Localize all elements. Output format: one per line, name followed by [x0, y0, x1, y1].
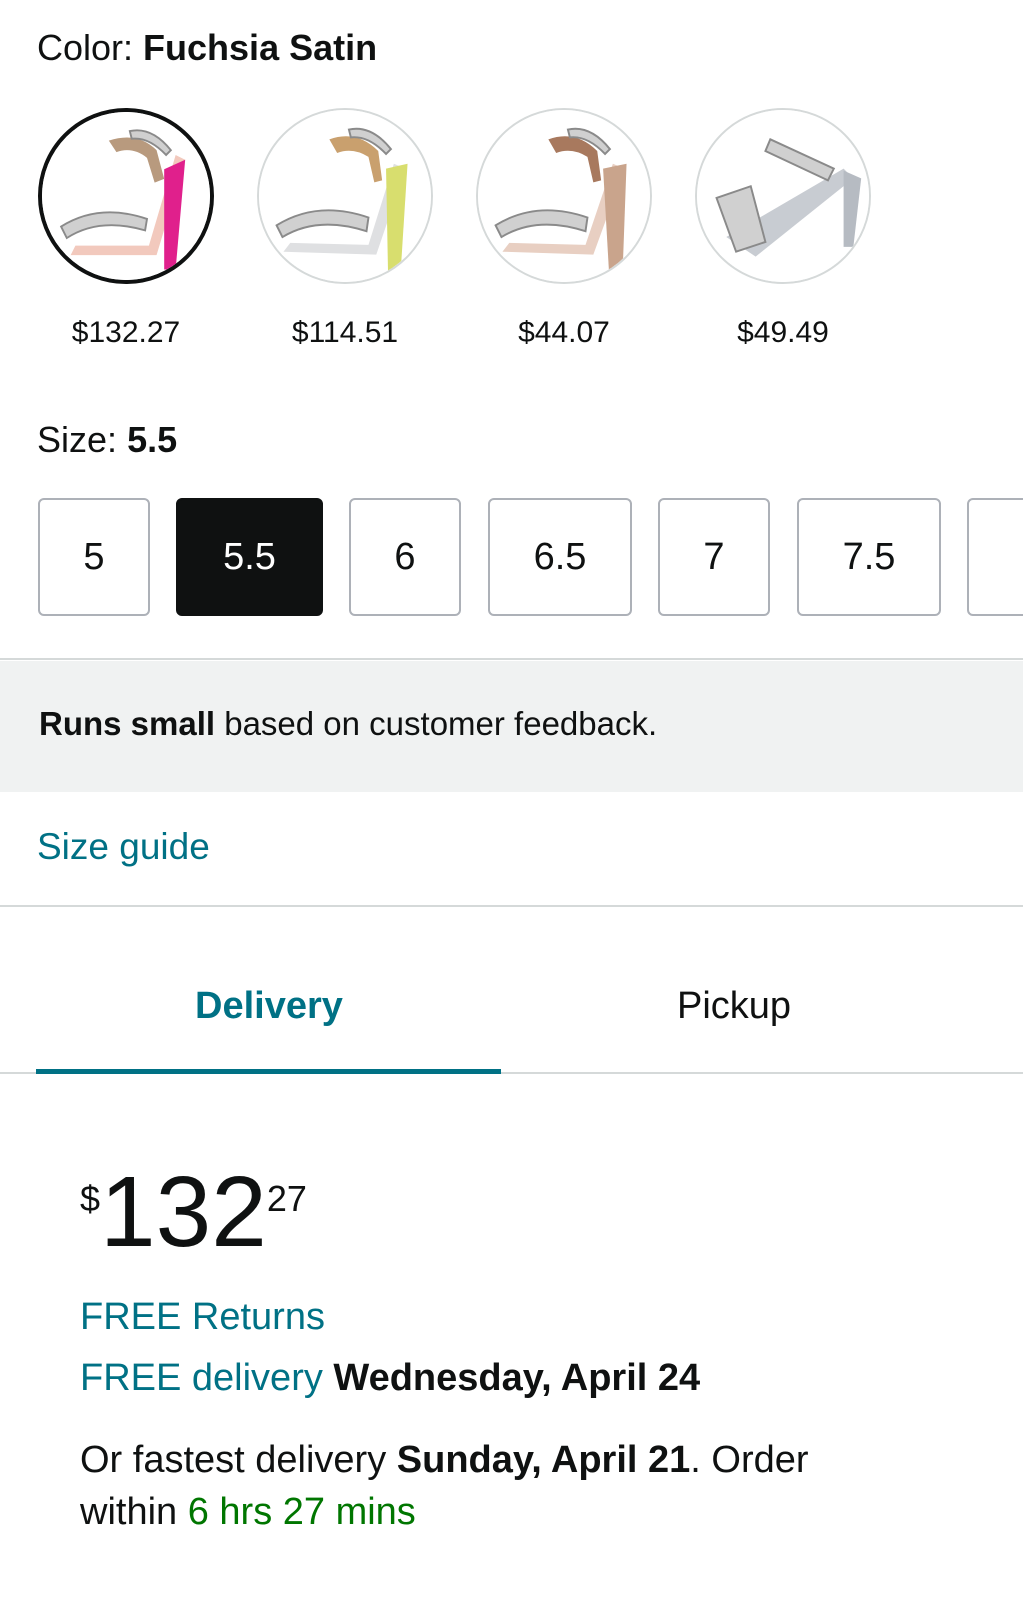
size-option-7[interactable]: 7 — [658, 498, 770, 616]
tab-delivery[interactable]: Delivery — [195, 985, 343, 1028]
size-label: Size: 5.5 — [37, 419, 177, 461]
tab-pickup[interactable]: Pickup — [677, 985, 791, 1028]
sandal-rose-gold-image — [478, 110, 650, 282]
price-fraction: 27 — [266, 1178, 307, 1219]
color-label-prefix: Color: — [37, 27, 134, 68]
fastest-delivery-within: within — [80, 1491, 188, 1533]
size-guide-link[interactable]: Size guide — [37, 826, 210, 868]
size-option-7-5[interactable]: 7.5 — [797, 498, 941, 616]
free-returns-link[interactable]: FREE Returns — [80, 1296, 325, 1339]
sandal-silver-image — [697, 110, 869, 282]
size-option-5[interactable]: 5 — [38, 498, 150, 616]
tab-active-indicator — [36, 1069, 501, 1074]
fit-feedback-bold: Runs small — [39, 705, 216, 742]
size-option-next[interactable] — [967, 498, 1023, 616]
delivery-countdown: 6 hrs 27 mins — [187, 1491, 416, 1533]
fastest-delivery-countdown-line: within 6 hrs 27 mins — [80, 1491, 416, 1534]
size-option-5-5[interactable]: 5.5 — [176, 498, 323, 616]
size-option-6-5[interactable]: 6.5 — [488, 498, 632, 616]
color-swatch-price: $49.49 — [737, 316, 829, 349]
divider — [0, 905, 1023, 907]
free-delivery-date: Wednesday, April 24 — [333, 1357, 701, 1399]
color-swatch-price: $44.07 — [518, 316, 610, 349]
size-label-prefix: Size: — [37, 419, 118, 460]
color-selected-name: Fuchsia Satin — [143, 27, 378, 68]
color-swatch-price: $132.27 — [71, 316, 181, 349]
size-selected-value: 5.5 — [127, 419, 178, 460]
price-whole: 132 — [100, 1156, 267, 1268]
color-swatch-fuchsia[interactable] — [38, 108, 214, 284]
color-swatch-price: $114.51 — [291, 316, 399, 349]
fastest-delivery-prefix: Or fastest delivery — [80, 1439, 397, 1481]
fastest-delivery-line: Or fastest delivery Sunday, April 21. Or… — [80, 1439, 809, 1482]
color-swatch-yellow[interactable] — [257, 108, 433, 284]
fit-feedback-text: Runs small based on customer feedback. — [39, 705, 657, 743]
fastest-delivery-date: Sunday, April 21 — [396, 1439, 691, 1481]
price: $13227 — [80, 1162, 307, 1262]
fit-feedback-rest: based on customer feedback. — [215, 705, 658, 742]
sandal-yellow-image — [259, 110, 431, 282]
free-delivery-line: FREE delivery Wednesday, April 24 — [80, 1357, 700, 1400]
sandal-fuchsia-image — [42, 112, 210, 280]
color-swatch-rose-gold[interactable] — [476, 108, 652, 284]
fastest-delivery-mid: . Order — [690, 1439, 809, 1481]
fit-feedback-banner: Runs small based on customer feedback. — [0, 661, 1023, 792]
color-label: Color: Fuchsia Satin — [37, 27, 377, 69]
divider — [0, 658, 1023, 660]
price-symbol: $ — [80, 1178, 101, 1219]
color-swatch-silver[interactable] — [695, 108, 871, 284]
size-option-6[interactable]: 6 — [349, 498, 461, 616]
free-delivery-link[interactable]: FREE delivery — [80, 1357, 323, 1399]
